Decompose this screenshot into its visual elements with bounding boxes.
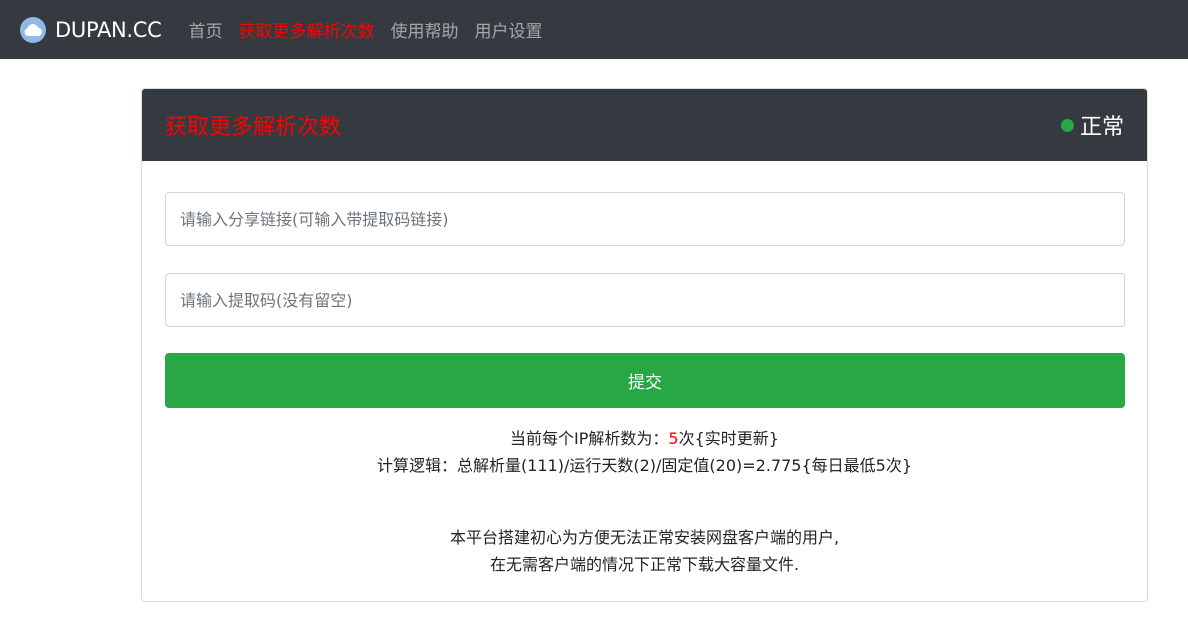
submit-button[interactable]: 提交 xyxy=(165,353,1125,408)
notice-line-1: 本平台搭建初心为方便无法正常安装网盘客户端的用户, xyxy=(449,528,840,547)
parse-count-line: 当前每个IP解析数为：5次{实时更新} xyxy=(510,429,779,448)
status-text: 正常 xyxy=(1079,115,1124,140)
status-indicator: 正常 xyxy=(1060,109,1124,141)
nav-link-home[interactable]: 首页 xyxy=(189,17,223,42)
card-header: 获取更多解析次数 正常 xyxy=(142,89,1147,161)
nav-link-settings[interactable]: 用户设置 xyxy=(475,17,543,42)
nav-links: 首页 获取更多解析次数 使用帮助 用户设置 xyxy=(189,17,559,42)
top-navbar: DUPAN.CC 首页 获取更多解析次数 使用帮助 用户设置 xyxy=(0,0,1188,59)
share-link-input[interactable] xyxy=(165,192,1125,246)
card-title: 获取更多解析次数 xyxy=(165,115,342,140)
notice-line-2: 在无需客户端的情况下正常下载大容量文件. xyxy=(489,555,800,574)
brand-link[interactable]: DUPAN.CC xyxy=(20,16,162,43)
platform-notice: 本平台搭建初心为方便无法正常安装网盘客户端的用户, 在无需客户端的情况下正常下载… xyxy=(142,524,1147,578)
status-dot-icon xyxy=(1060,118,1074,132)
nav-link-help[interactable]: 使用帮助 xyxy=(391,17,459,42)
nav-link-get-more[interactable]: 获取更多解析次数 xyxy=(239,17,375,42)
parse-info: 当前每个IP解析数为：5次{实时更新} 计算逻辑：总解析量(111)/运行天数(… xyxy=(142,425,1147,479)
extract-code-input[interactable] xyxy=(165,273,1125,327)
parse-count: 5 xyxy=(668,429,679,448)
calc-logic-line: 计算逻辑：总解析量(111)/运行天数(2)/固定值(20)=2.775{每日最… xyxy=(376,456,913,475)
parse-card: 获取更多解析次数 正常 提交 当前每个IP解析数为：5次{实时更新} 计算逻辑：… xyxy=(141,88,1148,602)
brand-name: DUPAN.CC xyxy=(55,17,162,42)
cloud-icon xyxy=(20,16,46,43)
